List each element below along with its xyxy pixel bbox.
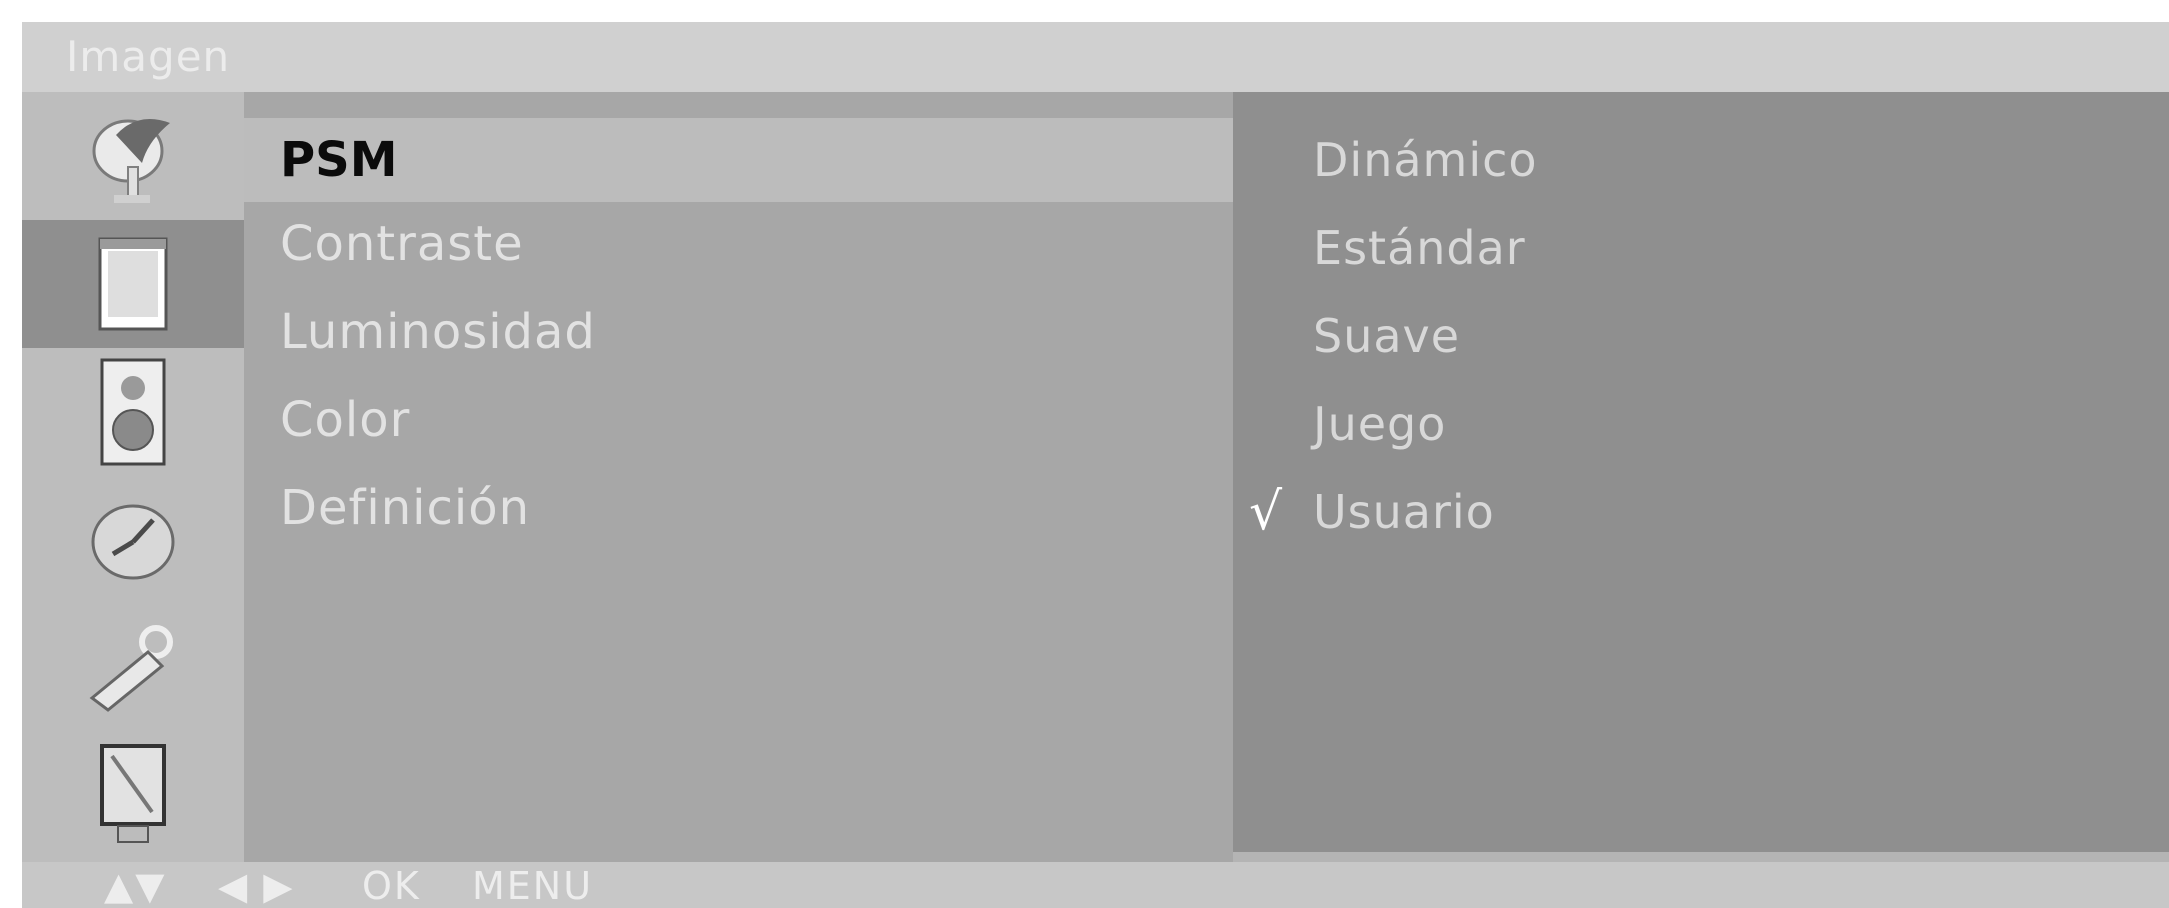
menu-hint: MENU xyxy=(472,864,594,908)
psm-options-panel: Dinámico Estándar Suave Juego √ Usuario xyxy=(1233,92,2169,852)
osd-menu: Imagen PSM Contraste Luminosidad Color D… xyxy=(22,22,2169,908)
option-dinamico[interactable]: Dinámico xyxy=(1313,118,1538,202)
antenna-icon xyxy=(92,119,170,203)
menu-item-contrast[interactable]: Contraste xyxy=(244,202,1233,286)
menu-title: Imagen xyxy=(66,32,231,81)
navigation-hint-bar: ▲▼ ◀ ▶ OK MENU xyxy=(22,862,2169,908)
option-suave[interactable]: Suave xyxy=(1313,294,1460,378)
special-icon xyxy=(89,625,173,712)
option-estandar[interactable]: Estándar xyxy=(1313,206,1526,290)
screen-icon xyxy=(100,744,166,843)
category-picture[interactable] xyxy=(22,220,244,348)
menu-item-psm[interactable]: PSM xyxy=(244,118,1233,202)
picture-icon xyxy=(98,237,168,331)
speaker-icon xyxy=(100,358,166,466)
updown-hint: ▲▼ xyxy=(104,864,167,908)
option-usuario[interactable]: Usuario xyxy=(1313,470,1495,554)
menu-item-brightness[interactable]: Luminosidad xyxy=(244,290,1233,374)
option-juego[interactable]: Juego xyxy=(1313,382,1446,466)
ok-hint: OK xyxy=(362,864,421,908)
menu-list: PSM Contraste Luminosidad Color Definici… xyxy=(244,92,1233,862)
category-antenna[interactable] xyxy=(22,92,244,220)
category-special[interactable] xyxy=(22,604,244,732)
menu-item-color[interactable]: Color xyxy=(244,378,1233,462)
checkmark-icon: √ xyxy=(1249,482,1283,542)
menu-item-sharpness[interactable]: Definición xyxy=(244,466,1233,550)
category-time[interactable] xyxy=(22,476,244,604)
leftright-hint: ◀ ▶ xyxy=(218,864,295,908)
clock-icon xyxy=(91,504,175,580)
category-icon-column xyxy=(22,92,244,862)
category-sound[interactable] xyxy=(22,348,244,476)
title-bar: Imagen xyxy=(22,22,2169,92)
category-screen[interactable] xyxy=(22,732,244,860)
